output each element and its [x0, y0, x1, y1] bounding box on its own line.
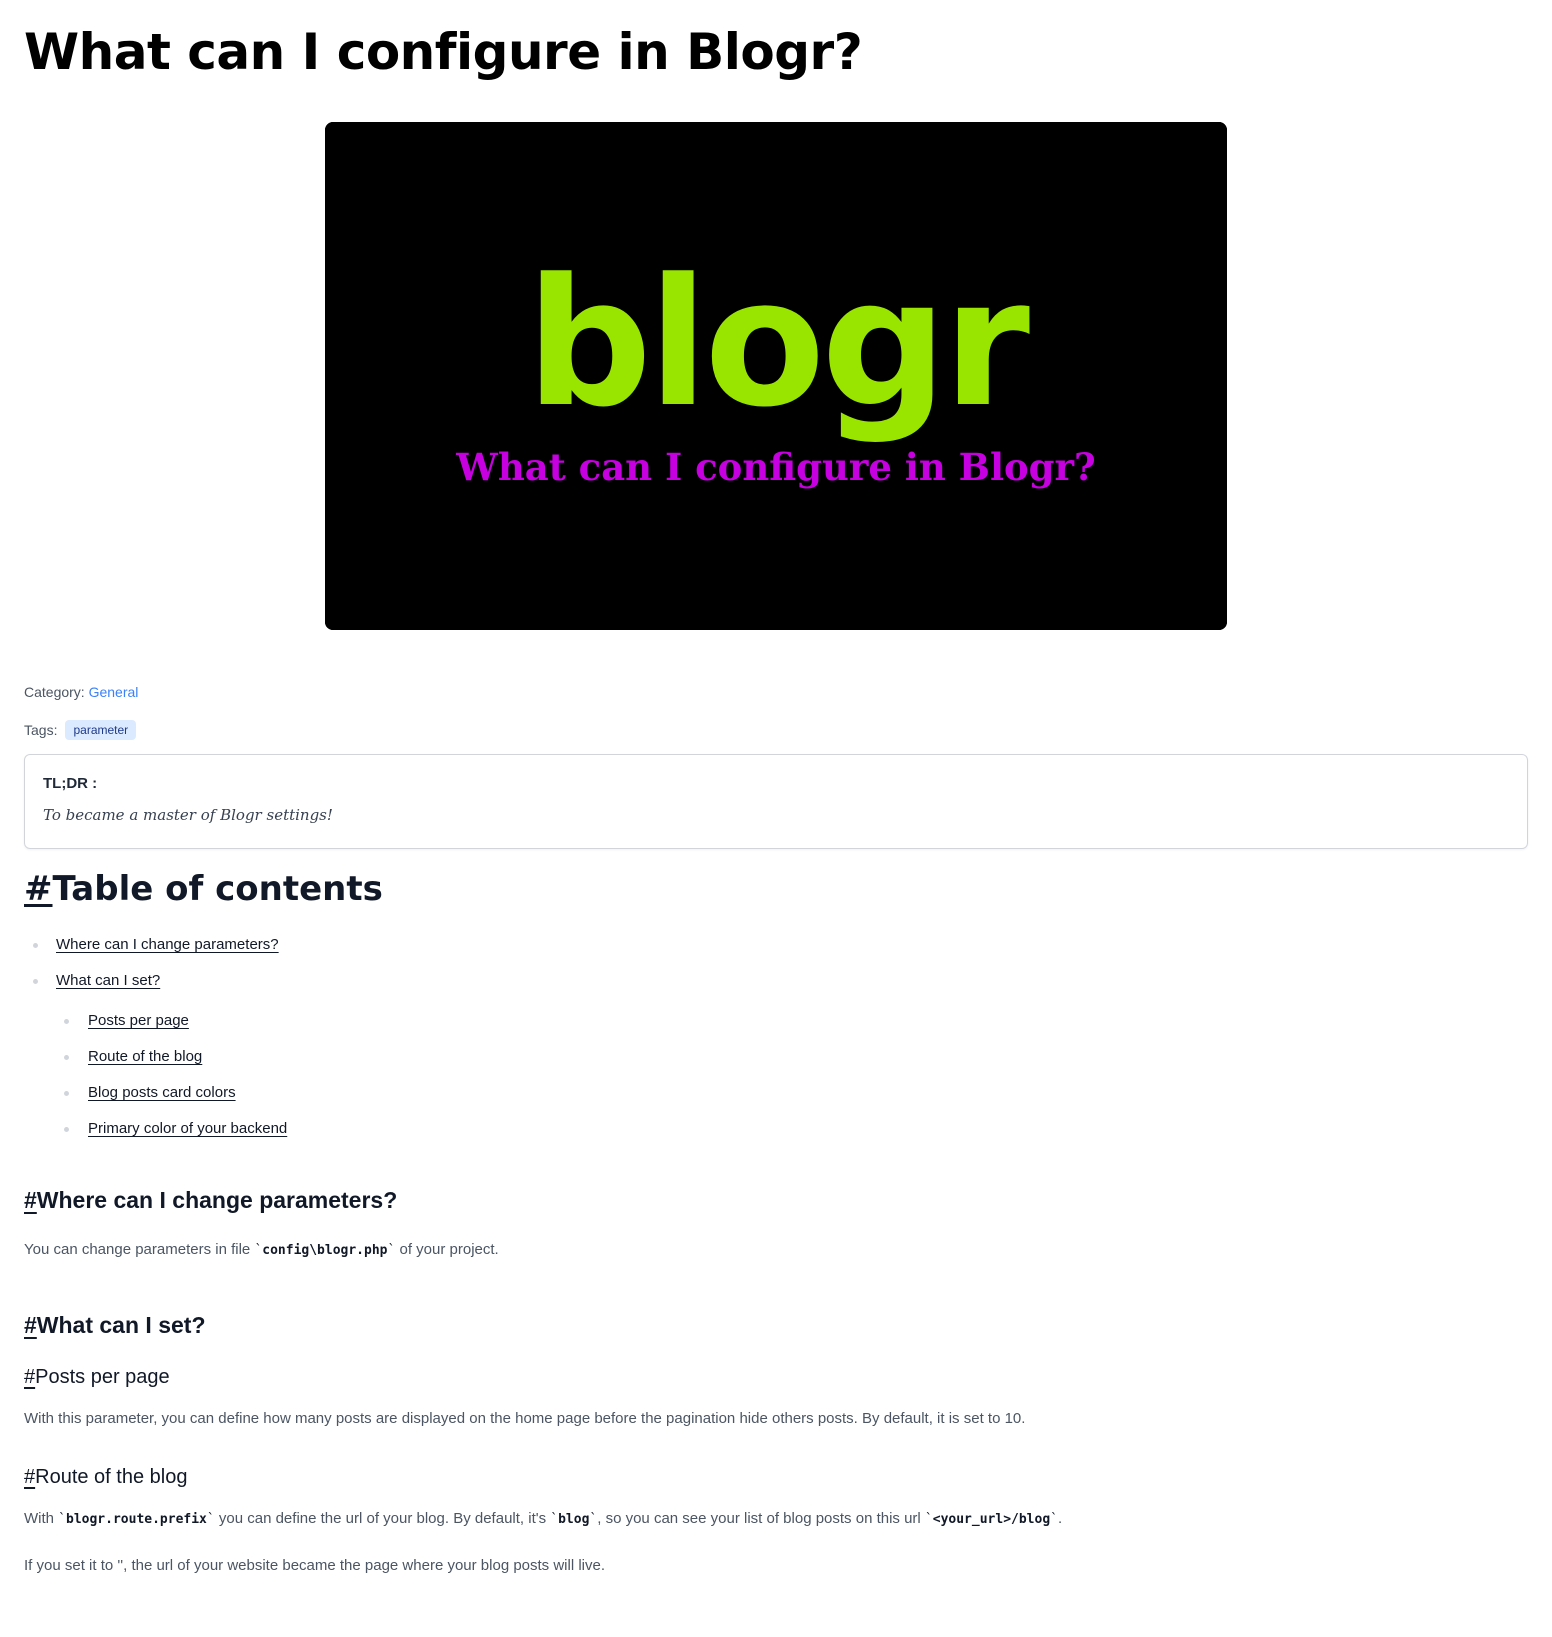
- section-heading-where: #Where can I change parameters?: [24, 1185, 1528, 1215]
- inline-code: blogr.route.prefix: [66, 1512, 207, 1527]
- toc-link-primary-color[interactable]: Primary color of your backend: [88, 1120, 287, 1137]
- heading-anchor-link[interactable]: #: [24, 869, 53, 909]
- category-label: Category:: [24, 684, 85, 700]
- hero-image-graphic: blogr What can I configure in Blogr?: [325, 122, 1227, 630]
- article: What can I configure in Blogr? blogr Wha…: [0, 0, 1552, 1577]
- category-line: Category: General: [24, 684, 1528, 700]
- toc-subitem: Primary color of your backend: [56, 1119, 1528, 1139]
- heading-anchor-link[interactable]: #: [24, 1312, 37, 1338]
- inline-code: config\blogr.php: [262, 1243, 388, 1258]
- toc-item: Where can I change parameters?: [24, 935, 1528, 955]
- inline-code: <your_url>/blog: [932, 1512, 1051, 1527]
- toc-list: Where can I change parameters? What can …: [24, 935, 1528, 1139]
- toc-subitem: Posts per page: [56, 1011, 1528, 1031]
- tags-line: Tags: parameter: [24, 720, 1528, 740]
- hero-image-container: blogr What can I configure in Blogr?: [24, 122, 1528, 630]
- toc-link-blog-posts-card-colors[interactable]: Blog posts card colors: [88, 1084, 236, 1101]
- tag-badge[interactable]: parameter: [65, 720, 137, 740]
- toc-link-posts-per-page[interactable]: Posts per page: [88, 1012, 189, 1029]
- section-heading-text: What can I set?: [36, 1312, 206, 1338]
- toc-heading: #Table of contents: [24, 867, 1528, 911]
- subsection-heading-posts-per-page: #Posts per page: [24, 1364, 1528, 1390]
- route-paragraph-2: If you set it to '', the url of your web…: [24, 1557, 606, 1574]
- toc-item: What can I set? Posts per page Route of …: [24, 971, 1528, 1139]
- tags-label: Tags:: [24, 722, 58, 738]
- tldr-label: TL;DR :: [43, 775, 98, 792]
- toc-link-where-can-i-change-parameters[interactable]: Where can I change parameters?: [56, 936, 279, 953]
- heading-anchor-link[interactable]: #: [24, 1187, 37, 1213]
- tldr-box: TL;DR : To became a master of Blogr sett…: [24, 754, 1528, 849]
- heading-anchor-link[interactable]: #: [24, 1366, 35, 1388]
- subsection-heading-route: #Route of the blog: [24, 1464, 1528, 1490]
- section-heading-what: #What can I set?: [24, 1310, 1528, 1340]
- hero-image: blogr What can I configure in Blogr?: [325, 122, 1227, 630]
- subsection-heading-text: Posts per page: [35, 1366, 170, 1388]
- toc-link-what-can-i-set[interactable]: What can I set?: [56, 972, 160, 989]
- page-title: What can I configure in Blogr?: [24, 23, 863, 81]
- where-paragraph: You can change parameters in file `confi…: [24, 1241, 499, 1258]
- toc-sublist: Posts per page Route of the blog Blog po…: [56, 1011, 1528, 1139]
- heading-anchor-link[interactable]: #: [24, 1466, 35, 1488]
- inline-code: blog: [558, 1512, 590, 1527]
- toc-heading-text: Table of contents: [52, 869, 383, 909]
- hero-logo-text: blogr: [526, 241, 1030, 446]
- tldr-text: To became a master of Blogr settings!: [43, 806, 333, 824]
- toc-link-route-of-the-blog[interactable]: Route of the blog: [88, 1048, 202, 1065]
- category-link[interactable]: General: [89, 684, 139, 700]
- subsection-heading-text: Route of the blog: [35, 1466, 188, 1488]
- posts-per-page-paragraph: With this parameter, you can define how …: [24, 1410, 1026, 1427]
- route-paragraph: With `blogr.route.prefix` you can define…: [24, 1510, 1063, 1527]
- toc-subitem: Blog posts card colors: [56, 1083, 1528, 1103]
- hero-subtitle-text: What can I configure in Blogr?: [455, 445, 1095, 489]
- toc-subitem: Route of the blog: [56, 1047, 1528, 1067]
- section-heading-text: Where can I change parameters?: [36, 1187, 398, 1213]
